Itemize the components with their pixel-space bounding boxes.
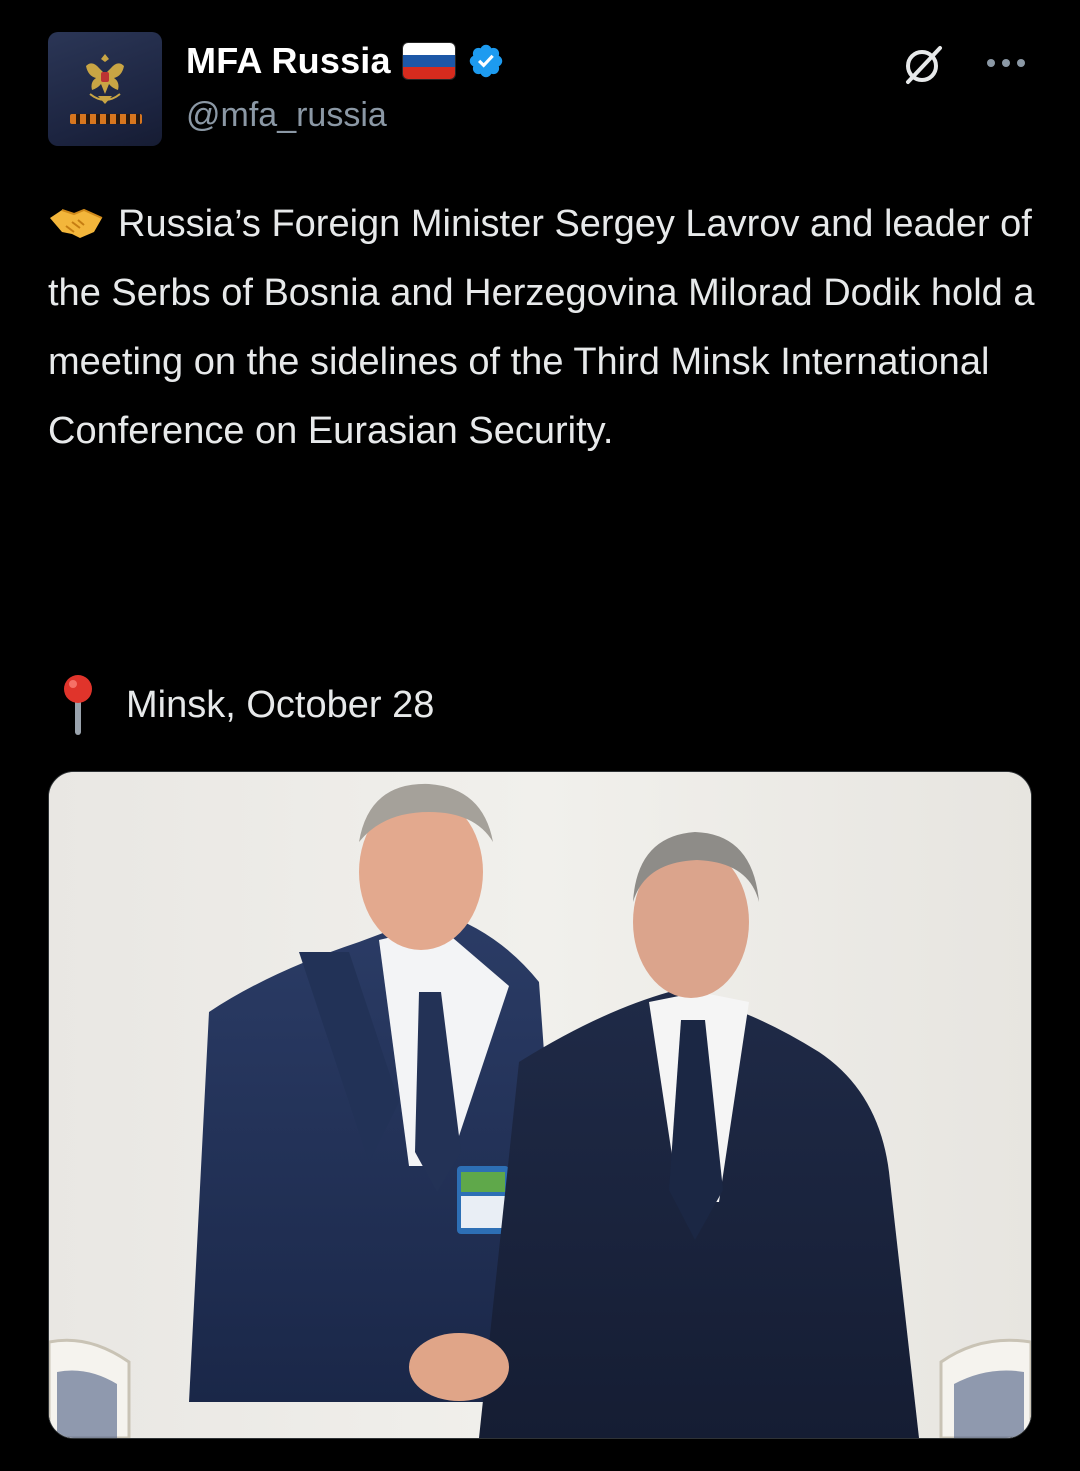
avatar[interactable] [48,32,162,146]
display-name[interactable]: MFA Russia [186,40,391,82]
round-pushpin-icon [64,675,92,735]
photo-two-men-handshake [49,772,1031,1438]
handshake-icon [50,208,103,238]
tweet-card: MFA Russia @mfa_russia Russia’s Foreign … [0,0,1080,1471]
post-text: Russia’s Foreign Minister Sergey Lavrov … [48,190,1038,466]
russia-flag-icon [402,43,455,79]
coat-of-arms-icon [86,54,124,104]
location-text: Minsk, October 28 [126,683,435,726]
verified-badge-icon [469,44,502,78]
post-location: Minsk, October 28 [60,670,434,740]
grok-icon[interactable] [900,42,946,88]
post-photo[interactable] [48,771,1032,1439]
author-handle[interactable]: @mfa_russia [186,96,387,135]
more-horizontal-icon[interactable] [984,56,1028,70]
author-name-row: MFA Russia [186,36,505,86]
ribbon-stripe [70,114,142,124]
post-body: Russia’s Foreign Minister Sergey Lavrov … [48,203,1035,452]
